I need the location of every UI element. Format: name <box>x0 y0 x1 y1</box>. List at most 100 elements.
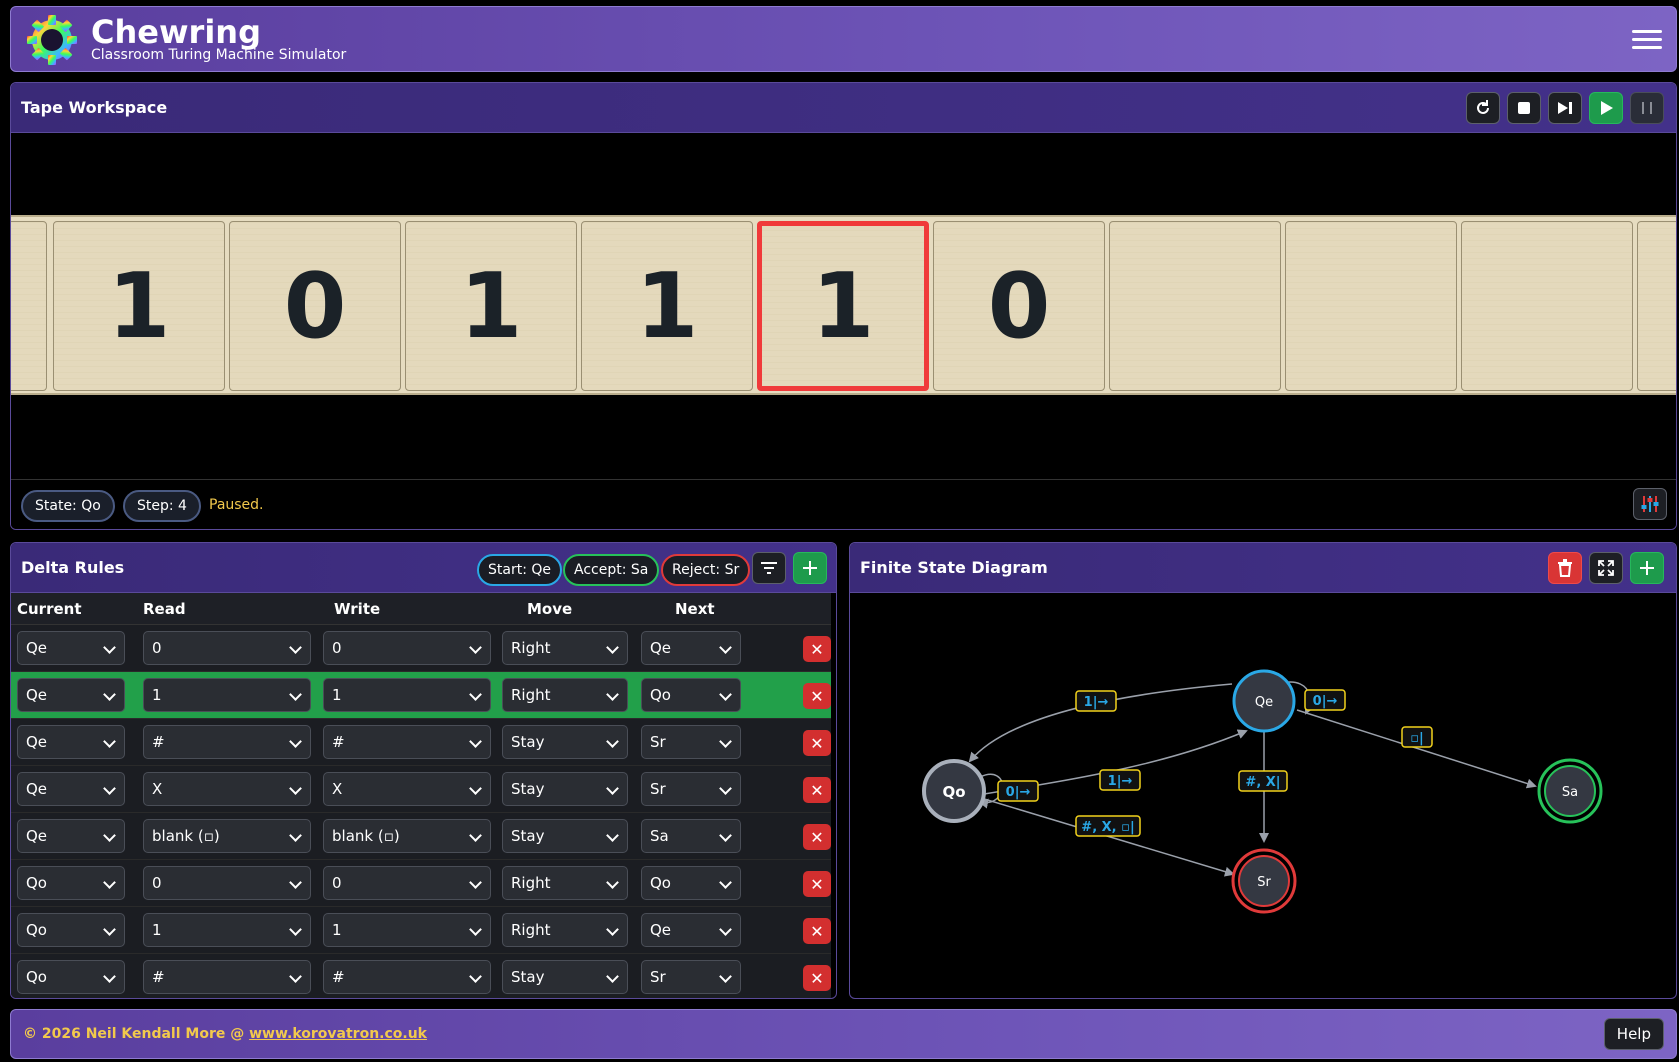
current-state-select[interactable]: Qo <box>17 866 125 900</box>
state-node-qo[interactable]: Qo <box>922 759 986 823</box>
tape-cell[interactable] <box>1109 221 1281 391</box>
move-direction-select[interactable]: Right <box>502 678 628 712</box>
state-node-sa[interactable]: Sa <box>1537 758 1603 824</box>
svg-text:Sr: Sr <box>1257 875 1271 890</box>
delete-rule-button[interactable]: ✕ <box>803 918 831 944</box>
tape-cell-head[interactable]: 1 <box>757 221 929 391</box>
run-button[interactable] <box>1589 92 1623 124</box>
read-symbol-select[interactable]: 1 <box>143 913 311 947</box>
add-rule-button[interactable] <box>793 552 827 584</box>
read-symbol-select[interactable]: 0 <box>143 866 311 900</box>
move-direction-select[interactable]: Stay <box>502 960 628 994</box>
move-direction-select[interactable]: Right <box>502 913 628 947</box>
start-state-badge[interactable]: Start: Qe <box>477 554 562 586</box>
write-symbol-select[interactable]: 1 <box>323 913 491 947</box>
current-state-select[interactable]: Qo <box>17 913 125 947</box>
state-diagram-canvas[interactable]: Qo Qe Sa Sr 1|→ 0|→ ▫| 0|→ 1|→ #, X| #, … <box>850 593 1677 998</box>
edge-label[interactable]: 1|→ <box>1075 690 1117 712</box>
settings-button[interactable] <box>1633 488 1667 520</box>
rules-panel-title: Delta Rules <box>21 558 125 577</box>
delete-rule-button[interactable]: ✕ <box>803 777 831 803</box>
edge-label[interactable]: 0|→ <box>1304 689 1346 711</box>
step-button[interactable] <box>1548 92 1582 124</box>
delete-rule-button[interactable]: ✕ <box>803 683 831 709</box>
edge-label[interactable]: 1|→ <box>1099 769 1141 791</box>
filter-button[interactable] <box>752 552 786 584</box>
state-node-qe[interactable]: Qe <box>1232 669 1296 733</box>
edge-label[interactable]: 0|→ <box>997 780 1039 802</box>
col-next: Next <box>675 600 715 618</box>
read-symbol-select[interactable]: 1 <box>143 678 311 712</box>
state-node-sr[interactable]: Sr <box>1231 848 1297 914</box>
write-symbol-select[interactable]: blank (▫) <box>323 819 491 853</box>
tape-cell[interactable] <box>1285 221 1457 391</box>
current-state-select[interactable]: Qe <box>17 819 125 853</box>
tape-cell[interactable] <box>11 221 47 391</box>
move-direction-select[interactable]: Right <box>502 866 628 900</box>
read-symbol-select[interactable]: # <box>143 960 311 994</box>
write-symbol-select[interactable]: # <box>323 960 491 994</box>
read-symbol-select[interactable]: blank (▫) <box>143 819 311 853</box>
next-state-select[interactable]: Sr <box>641 772 741 806</box>
tape-panel-header: Tape Workspace <box>11 83 1676 133</box>
tape-area: 1 0 1 1 1 0 <box>11 133 1676 475</box>
next-state-select[interactable]: Qe <box>641 631 741 665</box>
current-state-select[interactable]: Qe <box>17 631 125 665</box>
tape-cell[interactable]: 0 <box>933 221 1105 391</box>
accept-state-badge[interactable]: Accept: Sa <box>563 554 660 586</box>
edge-label[interactable]: ▫| <box>1401 726 1433 748</box>
hamburger-menu-icon[interactable] <box>1632 25 1664 53</box>
delta-rules-panel: Delta Rules Start: Qe Accept: Sa Reject:… <box>10 542 837 999</box>
stop-button[interactable] <box>1507 92 1541 124</box>
delete-rule-button[interactable]: ✕ <box>803 871 831 897</box>
tape-cell[interactable]: 1 <box>405 221 577 391</box>
tape-cell[interactable]: 1 <box>53 221 225 391</box>
write-symbol-select[interactable]: 0 <box>323 866 491 900</box>
svg-text:#, X, ▫|: #, X, ▫| <box>1081 820 1134 835</box>
move-direction-select[interactable]: Stay <box>502 725 628 759</box>
next-state-select[interactable]: Sr <box>641 960 741 994</box>
pause-button[interactable] <box>1630 92 1664 124</box>
next-state-select[interactable]: Qo <box>641 866 741 900</box>
current-state-select[interactable]: Qe <box>17 725 125 759</box>
reject-state-badge[interactable]: Reject: Sr <box>661 554 751 586</box>
tape-cell[interactable] <box>1461 221 1633 391</box>
move-direction-select[interactable]: Stay <box>502 772 628 806</box>
next-state-select[interactable]: Qo <box>641 678 741 712</box>
current-state-select[interactable]: Qe <box>17 772 125 806</box>
delete-diagram-button[interactable] <box>1548 552 1582 584</box>
edge-label[interactable]: #, X| <box>1238 770 1288 792</box>
read-symbol-select[interactable]: X <box>143 772 311 806</box>
tape-cell[interactable] <box>1637 221 1676 391</box>
author-link[interactable]: www.korovatron.co.uk <box>249 1026 427 1042</box>
write-symbol-select[interactable]: 0 <box>323 631 491 665</box>
edge-label[interactable]: #, X, ▫| <box>1075 815 1141 837</box>
expand-icon <box>1598 560 1614 576</box>
tape-cell[interactable]: 0 <box>229 221 401 391</box>
next-state-select[interactable]: Sa <box>641 819 741 853</box>
write-symbol-select[interactable]: # <box>323 725 491 759</box>
app-title: Chewring <box>91 13 261 51</box>
delete-rule-button[interactable]: ✕ <box>803 730 831 756</box>
table-row: Qe X X Stay Sr ✕ <box>11 766 831 813</box>
add-state-button[interactable] <box>1630 552 1664 584</box>
write-symbol-select[interactable]: X <box>323 772 491 806</box>
tape-cell[interactable]: 1 <box>581 221 753 391</box>
move-direction-select[interactable]: Stay <box>502 819 628 853</box>
next-state-select[interactable]: Sr <box>641 725 741 759</box>
write-symbol-select[interactable]: 1 <box>323 678 491 712</box>
current-state-select[interactable]: Qe <box>17 678 125 712</box>
tape-strip[interactable]: 1 0 1 1 1 0 <box>11 215 1676 395</box>
delete-rule-button[interactable]: ✕ <box>803 636 831 662</box>
current-state-select[interactable]: Qo <box>17 960 125 994</box>
delete-rule-button[interactable]: ✕ <box>803 965 831 991</box>
read-symbol-select[interactable]: 0 <box>143 631 311 665</box>
table-row: Qe blank (▫) blank (▫) Stay Sa ✕ <box>11 813 831 860</box>
move-direction-select[interactable]: Right <box>502 631 628 665</box>
expand-diagram-button[interactable] <box>1589 552 1623 584</box>
help-button[interactable]: Help <box>1603 1018 1664 1050</box>
next-state-select[interactable]: Qe <box>641 913 741 947</box>
read-symbol-select[interactable]: # <box>143 725 311 759</box>
reset-button[interactable] <box>1466 92 1500 124</box>
delete-rule-button[interactable]: ✕ <box>803 824 831 850</box>
